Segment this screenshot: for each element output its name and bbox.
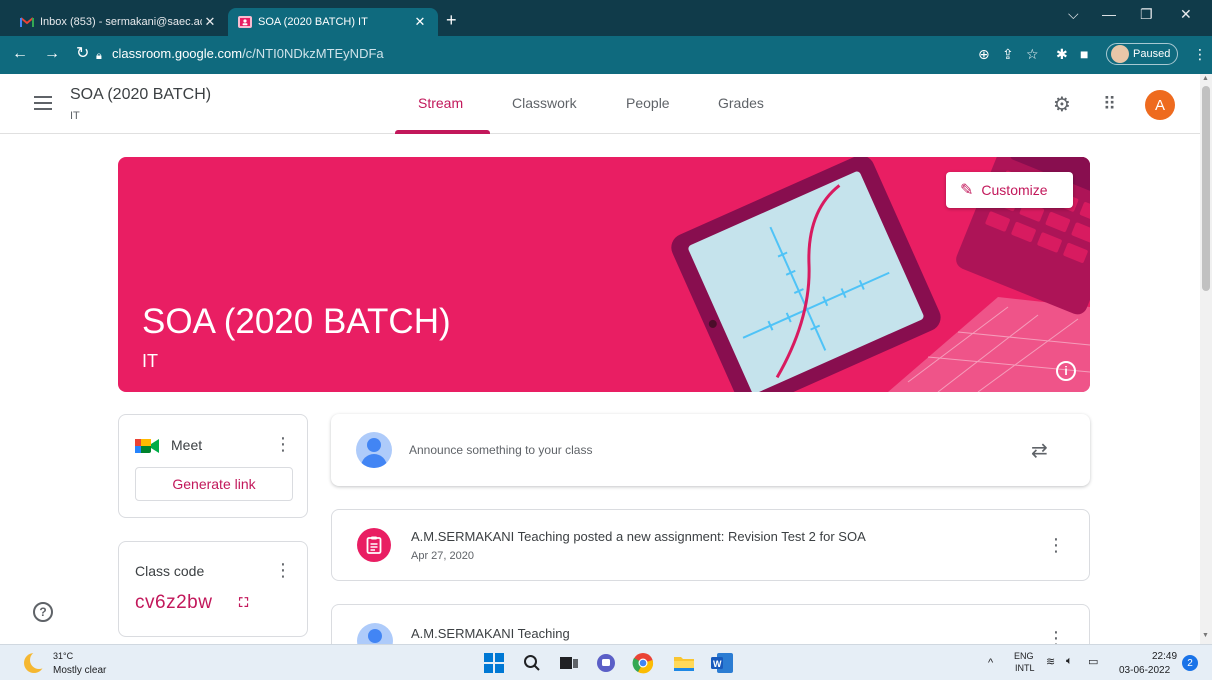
clock-time[interactable]: 22:49	[1152, 651, 1177, 662]
windows-start-icon[interactable]	[483, 652, 505, 674]
new-tab-icon[interactable]: +	[446, 10, 457, 30]
minimize-icon[interactable]: —	[1102, 6, 1116, 22]
stream-post[interactable]: A.M.SERMAKANI Teaching ⋮	[331, 604, 1090, 659]
profile-avatar	[1111, 45, 1129, 63]
extensions-icon[interactable]: ✱	[1056, 46, 1068, 63]
restore-icon[interactable]: ❐	[1140, 6, 1153, 23]
chrome-icon[interactable]	[632, 652, 654, 674]
announce-placeholder[interactable]: Announce something to your class	[409, 443, 592, 457]
share-icon[interactable]: ⇪	[1002, 46, 1014, 63]
svg-text:W: W	[713, 659, 722, 669]
address-bar: ← → ↻ 🔒︎ classroom.google.com/c/NTI0NDkz…	[0, 36, 1212, 74]
fullscreen-icon[interactable]: ⛶	[239, 595, 248, 611]
header-section: IT	[70, 110, 80, 122]
gmail-icon	[20, 16, 34, 28]
battery-icon[interactable]: ▭	[1088, 655, 1098, 668]
url-field[interactable]: classroom.google.com/c/NTI0NDkzMTEyNDFa	[112, 46, 384, 61]
main-menu-icon[interactable]	[34, 96, 52, 114]
settings-gear-icon[interactable]: ⚙	[1053, 92, 1071, 117]
weather-desc: Mostly clear	[53, 665, 107, 676]
google-meet-icon	[135, 437, 159, 460]
announce-box[interactable]: Announce something to your class ⇄	[331, 414, 1090, 486]
post-options-kebab-icon[interactable]: ⋮	[1047, 536, 1065, 554]
browser-tab-strip: Inbox (853) - sermakani@saec.ac ✕ SOA (2…	[0, 0, 1212, 36]
language-bottom[interactable]: INTL	[1015, 663, 1035, 673]
meet-label: Meet	[171, 437, 203, 453]
task-view-icon[interactable]	[558, 652, 580, 674]
account-avatar[interactable]: A	[1145, 90, 1175, 120]
volume-icon[interactable]: 🔈︎	[1066, 655, 1073, 668]
customize-button[interactable]: ✎ Customize	[946, 172, 1073, 208]
pencil-icon: ✎	[960, 182, 974, 199]
tab-stream[interactable]: Stream	[418, 95, 463, 111]
url-domain: classroom.google.com	[112, 46, 243, 61]
lock-icon[interactable]: 🔒︎	[96, 47, 102, 65]
back-icon[interactable]: ←	[12, 45, 28, 63]
close-icon[interactable]: ✕	[412, 14, 428, 30]
active-tab-indicator	[395, 130, 490, 134]
window-close-icon[interactable]: ✕	[1180, 6, 1192, 23]
banner-class-name: SOA (2020 BATCH)	[142, 302, 451, 341]
tab-classroom[interactable]: SOA (2020 BATCH) IT ✕	[228, 8, 438, 36]
word-icon[interactable]: W	[711, 652, 733, 674]
banner-illustration	[671, 157, 1090, 392]
stream-post[interactable]: A.M.SERMAKANI Teaching posted a new assi…	[331, 509, 1090, 581]
class-info-icon[interactable]: i	[1056, 361, 1076, 381]
windows-taskbar: 31°C Mostly clear W ^ ENG INTL ≋ 🔈︎ ▭ 22…	[0, 644, 1212, 680]
header-class-name[interactable]: SOA (2020 BATCH)	[70, 86, 211, 104]
help-icon[interactable]: ?	[33, 602, 53, 622]
page-scrollbar[interactable]: ▲ ▼	[1200, 74, 1212, 644]
classroom-header: SOA (2020 BATCH) IT Stream Classwork Peo…	[0, 74, 1200, 134]
bookmark-star-icon[interactable]: ☆	[1026, 46, 1039, 63]
apps-grid-icon[interactable]: ⠿	[1103, 94, 1116, 115]
meet-card: Meet ⋮ Generate link	[118, 414, 308, 518]
zoom-icon[interactable]: ⊕	[978, 46, 990, 63]
weather-moon-icon[interactable]	[24, 651, 48, 673]
search-icon[interactable]	[521, 652, 543, 674]
clock-date[interactable]: 03-06-2022	[1119, 665, 1170, 676]
tab-gmail[interactable]: Inbox (853) - sermakani@saec.ac ✕	[10, 8, 228, 36]
tab-people[interactable]: People	[626, 95, 670, 111]
tab-classwork[interactable]: Classwork	[512, 95, 577, 111]
teams-chat-icon[interactable]	[595, 652, 617, 674]
notification-badge[interactable]: 2	[1182, 655, 1198, 671]
scroll-thumb[interactable]	[1202, 86, 1210, 291]
side-panel-icon[interactable]: ■	[1080, 46, 1088, 62]
class-code-card: Class code ⋮ cv6z2bw ⛶	[118, 541, 308, 637]
language-top[interactable]: ENG	[1014, 651, 1034, 661]
tab-title: Inbox (853) - sermakani@saec.ac	[40, 16, 202, 28]
reload-icon[interactable]: ↻	[76, 45, 89, 63]
class-code-label: Class code	[135, 563, 205, 579]
post-title: A.M.SERMAKANI Teaching	[411, 626, 570, 641]
generate-link-button[interactable]: Generate link	[135, 467, 293, 501]
url-path: /c/NTI0NDkzMTEyNDFa	[242, 46, 384, 61]
customize-label: Customize	[981, 182, 1048, 198]
user-avatar	[356, 432, 392, 468]
post-date: Apr 27, 2020	[411, 550, 474, 562]
tab-search-icon[interactable]: ⌵	[1068, 6, 1079, 23]
banner-section: IT	[142, 351, 158, 371]
tab-title: SOA (2020 BATCH) IT	[258, 16, 368, 28]
menu-kebab-icon[interactable]: ⋮	[1193, 46, 1207, 63]
scroll-up-icon[interactable]: ▲	[1202, 75, 1209, 82]
repost-icon[interactable]: ⇄	[1031, 438, 1048, 463]
forward-icon[interactable]: →	[44, 45, 60, 63]
wifi-icon[interactable]: ≋	[1046, 655, 1055, 668]
file-explorer-icon[interactable]	[673, 652, 695, 674]
weather-temp: 31°C	[53, 651, 74, 661]
show-hidden-icons-icon[interactable]: ^	[988, 657, 993, 669]
class-code-value: cv6z2bw	[135, 592, 213, 613]
class-code-options-kebab-icon[interactable]: ⋮	[274, 561, 292, 579]
meet-options-kebab-icon[interactable]: ⋮	[274, 435, 292, 453]
tab-grades[interactable]: Grades	[718, 95, 764, 111]
class-banner: SOA (2020 BATCH) IT ✎ Customize i	[118, 157, 1090, 392]
profile-button[interactable]: Paused	[1106, 43, 1178, 65]
profile-status: Paused	[1133, 48, 1171, 60]
assignment-icon	[357, 528, 391, 562]
post-title: A.M.SERMAKANI Teaching posted a new assi…	[411, 529, 866, 544]
classroom-icon	[238, 16, 252, 28]
scroll-down-icon[interactable]: ▼	[1202, 632, 1209, 639]
close-icon[interactable]: ✕	[202, 14, 218, 30]
